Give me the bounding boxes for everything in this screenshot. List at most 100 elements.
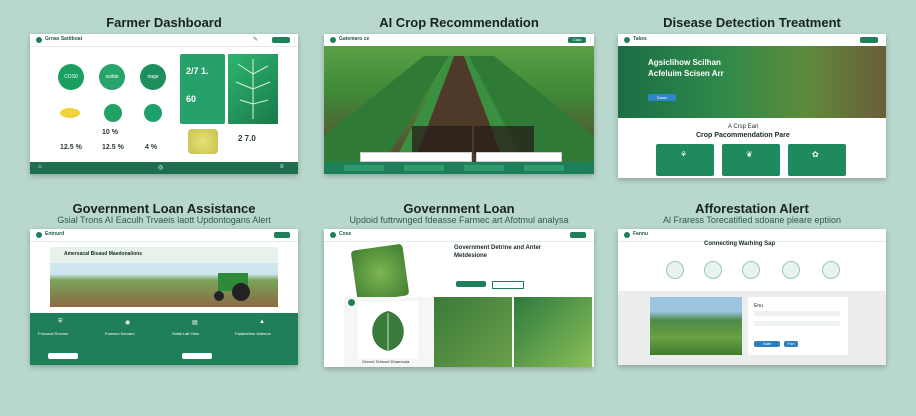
banner-strip: Amersacal Bisaud Maedonalions [50, 247, 278, 263]
feature-button-3[interactable] [182, 353, 212, 359]
save-button[interactable]: Sale [754, 341, 780, 347]
form-field-2[interactable] [754, 321, 840, 326]
alert-icon-2[interactable] [704, 261, 722, 279]
map-panel: Enu Sale Fon [618, 291, 886, 365]
select-input[interactable] [476, 152, 562, 162]
form-label: Enu [754, 303, 763, 309]
section-heading-1: A Crsp Eari [728, 124, 759, 130]
metric-circle-3[interactable]: riage [140, 64, 166, 90]
title-government-loan: Government Loan [403, 201, 515, 216]
menu-icon[interactable]: ≡ [280, 164, 284, 170]
edit-icon[interactable]: ✎ [253, 36, 258, 43]
leaf-caption: Grenrd Tehnoel Dharmuda [362, 359, 410, 364]
subtitle-loan-assistance: Gsial Trons AI Eaculh Trvaeis laott Updo… [57, 215, 271, 225]
tab-bar [324, 162, 594, 174]
plant-icon: ⚘ [680, 150, 688, 159]
hero-heading-1: Agsiclihow Scilhan [648, 58, 721, 67]
home-icon[interactable]: ⌂ [38, 164, 42, 170]
logo-icon [330, 37, 336, 43]
metric-circle-1[interactable]: COS0 [58, 64, 84, 90]
stats-panel: 2/7 1. 60 [180, 54, 225, 124]
brand-name: Gatemaro ce [339, 36, 370, 42]
title-afforestation-alert: Afforestation Alert [695, 201, 809, 216]
title-ai-crop-recommendation: AI Crop Recommendation [379, 15, 539, 30]
stat-bottom-5: 2 7.0 [238, 134, 256, 143]
crop-recommendation-screen: Gatemaro ce Ciao [324, 34, 594, 174]
info-box-1 [412, 126, 472, 154]
feature-col-1[interactable]: ⛨ Fmcunal Rorvms [30, 313, 97, 365]
document-icon: ▤ [192, 320, 198, 326]
tab-4[interactable] [524, 165, 564, 171]
subtitle-afforestation: Al Fraress Torecatified sdoane pleare ep… [663, 215, 841, 225]
stat-value-2: 60 [186, 94, 197, 104]
bottom-bar: ⌂ ◎ ≡ [30, 162, 298, 174]
hand-plant-photo [434, 297, 512, 367]
nav-button[interactable] [274, 232, 290, 238]
search-input[interactable] [360, 152, 472, 162]
tab-3[interactable] [464, 165, 504, 171]
detail-button-2[interactable] [492, 281, 524, 289]
feature-card-2[interactable]: ❦ [722, 144, 780, 176]
feature-col-3[interactable]: ▤ Scitla Lalt Oars [164, 313, 231, 365]
tractor-image [210, 269, 254, 301]
leaf-icon: ❦ [746, 150, 753, 159]
feature-card-1[interactable]: ⚘ [656, 144, 714, 176]
top-nav: Grnas Satitboat ✎ [30, 34, 298, 47]
feature-label-3: Scitla Lalt Oars [172, 331, 200, 336]
section-heading: Connecting Warhing Sap [704, 241, 776, 247]
secondary-button[interactable]: Fon [784, 341, 798, 347]
alert-icon-5[interactable] [822, 261, 840, 279]
alert-icon-3[interactable] [742, 261, 760, 279]
feature-col-2[interactable]: ◉ Fureses Sarnam [97, 313, 164, 365]
logo-icon [624, 37, 630, 43]
stat-bottom-2: 10 % [102, 129, 118, 136]
scan-icon[interactable]: ◎ [158, 164, 163, 171]
government-loan-screen: Cose Government Detrine and Anter Metdes… [324, 229, 594, 367]
form-field-1[interactable] [754, 311, 840, 316]
brand-name: Grnas Satitboat [45, 36, 83, 42]
coin-icon: ◉ [125, 320, 131, 326]
disease-detection-screen: Takes Agsiclihow Scilhan Acfeluim Scisen… [618, 34, 886, 178]
farmer-dashboard-screen: Grnas Satitboat ✎ COS0 soilde riage 2/7 … [30, 34, 298, 174]
top-nav: Entnurd [30, 229, 298, 242]
hero-heading-2: Acfeluim Scisen Arr [648, 69, 724, 78]
crop-sample-image [350, 243, 410, 303]
nav-cta-button[interactable]: Ciao [568, 37, 586, 43]
feature-button-1[interactable] [48, 353, 78, 359]
badge-icon [348, 299, 355, 306]
detail-heading-2: Metdesione [454, 253, 488, 259]
metric-circle-2[interactable]: soilde [99, 64, 125, 90]
lemon-icon [60, 108, 80, 118]
hero-cta-button[interactable]: Saaru [648, 94, 676, 101]
feature-label-4: Fadanetloo Vatenue [235, 331, 271, 336]
metric-circle-4[interactable] [104, 104, 122, 122]
nav-button[interactable] [570, 232, 586, 238]
feature-col-4[interactable]: ▲ Fadanetloo Vatenue [231, 313, 298, 365]
plant-image [188, 129, 218, 154]
logo-icon [36, 37, 42, 43]
tractor-wheel-back [232, 283, 250, 301]
alert-icon-1[interactable] [666, 261, 684, 279]
alert-icon-4[interactable] [782, 261, 800, 279]
shield-icon: ⛨ [58, 319, 63, 325]
afforestation-alert-screen: Fannu Connecting Warhing Sap Enu Sale Fo… [618, 229, 886, 365]
stat-bottom-1: 12.5 % [60, 144, 82, 151]
tab-1[interactable] [344, 165, 384, 171]
nav-button[interactable] [860, 37, 878, 43]
metric-circle-5[interactable] [144, 104, 162, 122]
title-government-loan-assistance: Government Loan Assistance [72, 201, 256, 216]
feature-label-2: Fureses Sarnam [105, 331, 135, 336]
title-farmer-dashboard: Farmer Dashboard [106, 15, 222, 30]
feature-card-3[interactable]: ✿ [788, 144, 846, 176]
seedling-icon: ✿ [812, 150, 819, 159]
brand-name: Entnurd [45, 231, 65, 237]
stat-value: 2/7 1. [186, 66, 209, 76]
detail-button-1[interactable] [456, 281, 486, 287]
brand-name: Takes [633, 36, 647, 42]
banner-title: Amersacal Bisaud Maedonalions [64, 251, 143, 257]
nav-button[interactable] [272, 37, 290, 43]
loan-assistance-screen: Entnurd Amersacal Bisaud Maedonalions ⛨ … [30, 229, 298, 365]
tab-2[interactable] [404, 165, 444, 171]
subtitle-government-loan: Updoid futtrwnged fdeasse Farmec art Afo… [349, 215, 569, 225]
landscape-photo [650, 297, 742, 355]
